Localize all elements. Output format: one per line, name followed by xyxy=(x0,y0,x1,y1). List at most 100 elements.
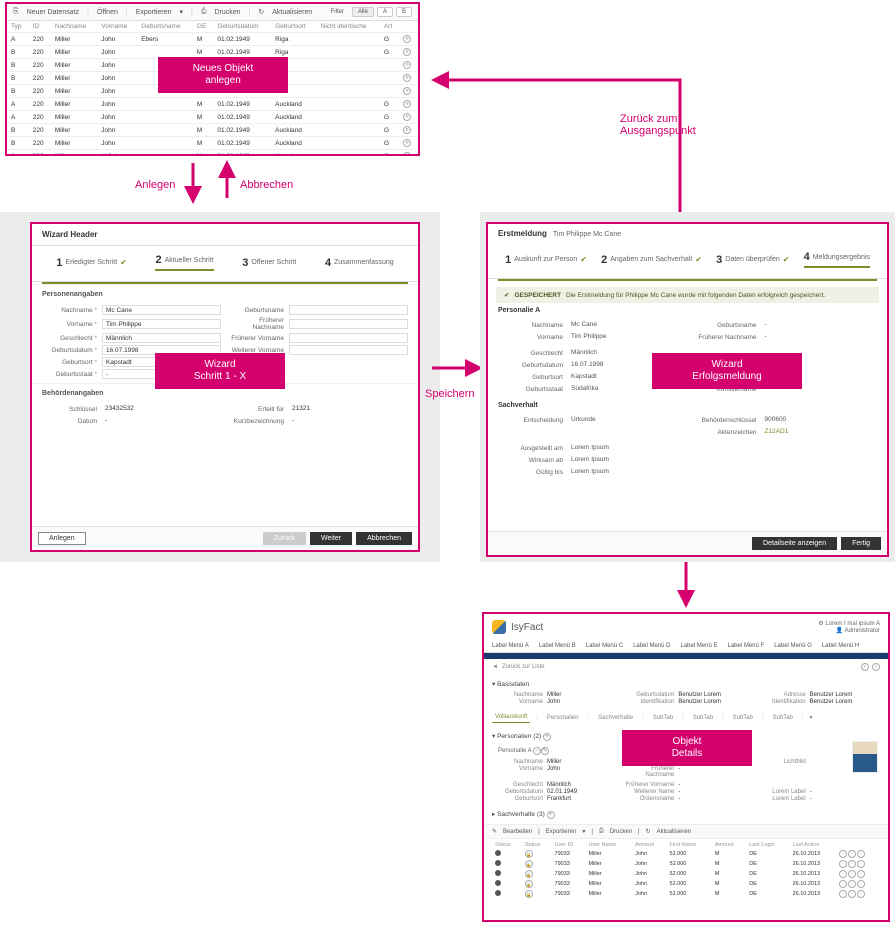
tab[interactable]: Sachverhalte xyxy=(595,713,636,723)
input-vorname[interactable]: Tim Philippe xyxy=(102,319,221,329)
row-open-icon[interactable]: » xyxy=(403,87,411,95)
view-icon[interactable]: · xyxy=(839,890,847,898)
table-row[interactable]: 🔒79033MillerJohn52.000MDE26.10.2013··· xyxy=(492,869,880,879)
step2[interactable]: Aktueller Schritt xyxy=(165,257,214,264)
val-aktenzeichen[interactable]: Z12AD1 xyxy=(762,427,878,437)
menu-item[interactable]: Label Menü A xyxy=(492,643,529,649)
btn-zurueck[interactable]: Zurück xyxy=(263,532,306,545)
table-row[interactable]: A220MillerJohnM01.02.1949AucklandG» xyxy=(7,98,418,111)
edit-row-icon[interactable]: · xyxy=(848,890,856,898)
sect-basisdaten[interactable]: Basisdaten xyxy=(497,681,529,688)
row-open-icon[interactable]: » xyxy=(403,152,411,156)
table-row[interactable]: 🔒79033MillerJohn52.000MDE26.10.2013··· xyxy=(492,859,880,869)
row-open-icon[interactable]: » xyxy=(403,100,411,108)
row-open-icon[interactable]: » xyxy=(403,113,411,121)
nav-next-icon[interactable]: › xyxy=(872,663,880,671)
btn-refresh[interactable]: Aktualisieren xyxy=(657,829,691,835)
view-icon[interactable]: · xyxy=(839,850,847,858)
edit-row-icon[interactable]: · xyxy=(848,870,856,878)
btn-abbrechen[interactable]: Abbrechen xyxy=(356,532,412,545)
tab[interactable]: SubTab xyxy=(650,713,676,723)
col-header[interactable]: Vorname xyxy=(97,21,137,33)
step4[interactable]: Zusammenfassung xyxy=(334,259,394,266)
col-header[interactable]: Geburtsort xyxy=(271,21,317,33)
btn-detailseite[interactable]: Detailseite anzeigen xyxy=(752,537,837,550)
table-row[interactable]: A220MillerJohnEbersM01.02.1949RigaG» xyxy=(7,33,418,46)
table-row[interactable]: A220MillerJohnM01.02.1949AucklandG» xyxy=(7,111,418,124)
input-geschlecht[interactable]: Männlich xyxy=(102,333,221,343)
menu-item[interactable]: Label Menü D xyxy=(633,643,670,649)
gear-icon[interactable]: ⚙ xyxy=(818,621,823,627)
step3[interactable]: Offener Schritt xyxy=(251,259,296,266)
tab[interactable]: Personalien xyxy=(544,713,582,723)
menu-item[interactable]: Label Menü C xyxy=(586,643,623,649)
menu-item[interactable]: Label Menü B xyxy=(539,643,576,649)
col-header[interactable]: Nicht identische xyxy=(317,21,380,33)
delete-icon[interactable]: · xyxy=(857,860,865,868)
filter-a[interactable]: A xyxy=(377,7,393,17)
input-weit[interactable] xyxy=(289,345,408,355)
view-icon[interactable]: · xyxy=(839,870,847,878)
edit-row-icon[interactable]: · xyxy=(848,860,856,868)
menu-item[interactable]: Label Menü G xyxy=(774,643,812,649)
row-open-icon[interactable]: » xyxy=(403,74,411,82)
table-row[interactable]: B220MillerJohnM01.02.1949AucklandG» xyxy=(7,124,418,137)
btn-new[interactable]: Neuer Datensatz xyxy=(27,9,80,16)
col-header[interactable]: Geburtsname xyxy=(137,21,193,33)
filter-b[interactable]: B xyxy=(396,7,412,17)
col-header[interactable] xyxy=(399,21,418,33)
add-icon[interactable]: + xyxy=(543,733,551,741)
tab[interactable]: SubTab xyxy=(770,713,796,723)
input-frvor[interactable] xyxy=(289,333,408,343)
menu-item[interactable]: Label Menü F xyxy=(727,643,764,649)
tab[interactable]: SubTab xyxy=(730,713,756,723)
row-open-icon[interactable]: » xyxy=(403,126,411,134)
col-header[interactable]: Nachname xyxy=(51,21,97,33)
edit-row-icon[interactable]: · xyxy=(848,880,856,888)
btn-export[interactable]: Exportieren xyxy=(136,9,172,16)
delete-icon[interactable]: · xyxy=(857,890,865,898)
tab[interactable]: Vollauskunft xyxy=(492,712,530,723)
row-open-icon[interactable]: » xyxy=(403,35,411,43)
col-header[interactable]: Geburtsdatum xyxy=(213,21,271,33)
nav-prev-icon[interactable]: ‹ xyxy=(861,663,869,671)
back-icon[interactable]: ◄ xyxy=(492,664,498,670)
row-open-icon[interactable]: » xyxy=(403,139,411,147)
view-icon[interactable]: · xyxy=(839,860,847,868)
btn-print[interactable]: Drucken xyxy=(214,9,240,16)
add-icon[interactable]: + xyxy=(547,811,555,819)
delete-icon[interactable]: · xyxy=(857,870,865,878)
btn-print[interactable]: Drucken xyxy=(610,829,632,835)
menu-item[interactable]: Label Menü H xyxy=(822,643,859,649)
col-header[interactable]: Art xyxy=(380,21,399,33)
table-row[interactable]: 🔒79033MillerJohn52.000MDE26.10.2013··· xyxy=(492,889,880,899)
tab[interactable]: SubTab xyxy=(690,713,716,723)
edit-row-icon[interactable]: · xyxy=(848,850,856,858)
row-open-icon[interactable]: » xyxy=(403,48,411,56)
table-row[interactable]: 🔒79033MillerJohn52.000MDE26.10.2013··· xyxy=(492,879,880,889)
sect-personalien[interactable]: Personalien (2) xyxy=(497,733,541,740)
tab-more-icon[interactable]: ▾ xyxy=(809,714,812,721)
step1[interactable]: Erledigter Schritt xyxy=(65,259,117,266)
col-header[interactable]: ID xyxy=(29,21,51,33)
btn-open[interactable]: Öffnen xyxy=(97,9,118,16)
view-icon[interactable]: · xyxy=(839,880,847,888)
back-link[interactable]: Zurück zur Liste xyxy=(502,664,545,670)
input-nachname[interactable]: Mc Cane xyxy=(102,305,221,315)
sect-sachverhalte[interactable]: Sachverhalte (3) xyxy=(497,811,545,818)
menu-item[interactable]: Label Menü E xyxy=(680,643,717,649)
edit-icon[interactable]: ✎ xyxy=(541,747,549,755)
input-geburtsname[interactable] xyxy=(289,305,408,315)
input-frnach[interactable] xyxy=(289,319,408,329)
table-row[interactable]: 🔒79033MillerJohn52.000MDE26.10.2013··· xyxy=(492,849,880,859)
btn-anlegen[interactable]: Anlegen xyxy=(38,532,86,545)
btn-edit[interactable]: Bearbeiten xyxy=(503,829,532,835)
table-row[interactable]: A220MillerLi JohnM01.02.1949HongkongG» xyxy=(7,150,418,157)
btn-weiter[interactable]: Weiter xyxy=(310,532,352,545)
row-open-icon[interactable]: » xyxy=(403,61,411,69)
filter-all[interactable]: Alle xyxy=(352,7,374,17)
table-row[interactable]: B220MillerJohnM01.02.1949AucklandG» xyxy=(7,137,418,150)
btn-export[interactable]: Exportieren xyxy=(546,829,577,835)
btn-fertig[interactable]: Fertig xyxy=(841,537,881,550)
remove-icon[interactable]: − xyxy=(533,747,541,755)
